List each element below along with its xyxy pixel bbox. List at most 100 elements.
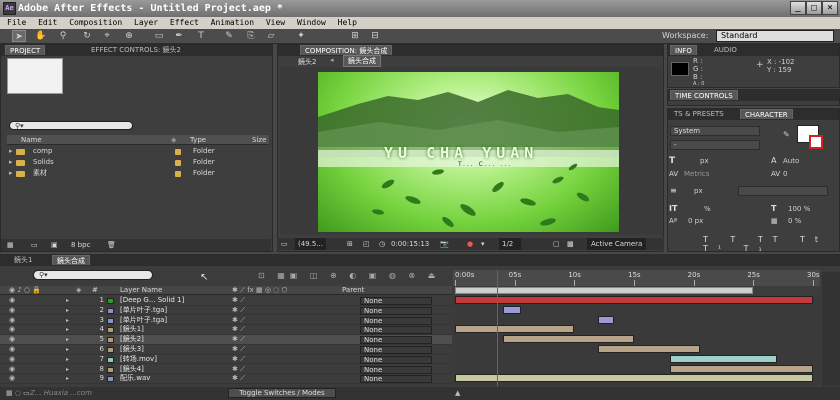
stroke-width-unit[interactable]: px — [694, 187, 703, 195]
interpret-footage-icon[interactable]: ▦ — [7, 239, 14, 251]
layer-switches[interactable]: ✱ ⟋ — [232, 345, 272, 355]
current-time-indicator[interactable] — [496, 270, 498, 386]
column-parent[interactable]: Parent — [342, 286, 364, 295]
parent-dropdown[interactable]: None — [360, 375, 432, 384]
layer-label-swatch[interactable] — [107, 347, 114, 353]
workspace-dropdown[interactable]: Standard — [716, 30, 834, 42]
layer-label-swatch[interactable] — [107, 376, 114, 383]
menu-help[interactable]: Help — [338, 18, 357, 27]
stroke-color-swatch[interactable] — [809, 135, 823, 149]
vertical-scale-unit[interactable]: % — [704, 205, 711, 213]
timeline-scrollbar[interactable] — [822, 272, 840, 386]
channel-icon[interactable]: ● — [467, 238, 473, 250]
layer-label-swatch[interactable] — [107, 317, 114, 324]
toggle-switches-modes-button[interactable]: Toggle Switches / Modes — [228, 388, 336, 398]
project-item[interactable]: ▸ Solids Folder — [7, 157, 269, 168]
expand-triangle-icon[interactable]: ▸ — [66, 374, 69, 384]
parent-dropdown[interactable]: None — [360, 355, 432, 364]
layer-label-swatch[interactable] — [107, 366, 114, 373]
layer-duration-bar[interactable] — [455, 374, 813, 383]
menu-file[interactable]: File — [7, 18, 26, 27]
layer-switches[interactable]: ✱ ⟋ — [232, 374, 272, 384]
layer-duration-bar[interactable] — [669, 364, 813, 373]
puppet-tool-icon[interactable]: ✦ — [294, 30, 308, 42]
layer-label-swatch[interactable] — [107, 327, 114, 334]
timeline-toolbar[interactable]: ⊡ ▦▣ ◫ ⊕ ◐ ▣ ◍ ⊗ ⏏ — [258, 271, 440, 280]
selection-tool-icon[interactable]: ➤ — [12, 30, 26, 42]
layer-row[interactable]: ◉ ▸ 8 [鏡头4] ✱ ⟋ None — [0, 365, 452, 375]
expand-triangle-icon[interactable]: ▸ — [9, 168, 13, 179]
tab-timeline-comp-1[interactable]: 鏡头1 — [10, 255, 36, 265]
breadcrumb-comp-1[interactable]: 鏡头2 — [298, 57, 316, 67]
layer-row[interactable]: ◉ ▸ 7 [转场.mov] ✱ ⟋ None — [0, 355, 452, 365]
column-layer-name[interactable]: Layer Name — [120, 286, 162, 295]
eye-icon[interactable]: ◉ — [9, 365, 17, 373]
layer-duration-bar[interactable] — [669, 354, 778, 363]
camera-tool-icon[interactable]: ⌖ — [100, 30, 114, 42]
eye-icon[interactable]: ◉ — [9, 316, 17, 324]
rotate-tool-icon[interactable]: ↻ — [80, 30, 94, 42]
layer-switches[interactable]: ✱ ⟋ — [232, 296, 272, 306]
layer-name[interactable]: [鏡头3] — [120, 345, 144, 355]
close-icon[interactable]: × — [822, 1, 838, 15]
tracking-value[interactable]: 0 — [783, 170, 787, 178]
minimize-icon[interactable]: _ — [790, 1, 806, 15]
project-search-input[interactable]: ⚲▾ — [9, 121, 133, 130]
kerning-value[interactable]: Metrics — [684, 170, 709, 178]
layer-switches[interactable]: ✱ ⟋ — [232, 325, 272, 335]
layer-row[interactable]: ◉ ▸ 9 配乐.wav ✱ ⟋ None — [0, 374, 452, 384]
parent-dropdown[interactable]: None — [360, 326, 432, 335]
tab-audio[interactable]: AUDIO — [710, 45, 741, 55]
zoom-tool-icon[interactable]: ⚲ — [56, 30, 70, 42]
layer-row[interactable]: ◉ ▸ 4 [鏡头1] ✱ ⟋ None — [0, 325, 452, 335]
layer-duration-bar[interactable] — [502, 335, 634, 344]
current-timecode[interactable]: 0:00:15:13 — [391, 238, 429, 250]
expand-triangle-icon[interactable]: ▸ — [9, 157, 13, 168]
rectangle-tool-icon[interactable]: ▭ — [152, 30, 166, 42]
layer-label-swatch[interactable] — [107, 298, 114, 304]
column-type[interactable]: Type — [190, 135, 206, 145]
world-axis-icon[interactable]: ⊟ — [368, 30, 382, 42]
parent-dropdown[interactable]: None — [360, 316, 432, 325]
tab-composition[interactable]: COMPOSITION: 鏡头合成 — [300, 45, 393, 55]
tab-timeline-comp-2[interactable]: 鏡头合成 — [52, 255, 90, 265]
project-item[interactable]: ▸ 素材 Folder — [7, 168, 269, 179]
parent-dropdown[interactable]: None — [360, 306, 432, 315]
font-size-unit[interactable]: px — [700, 157, 709, 165]
layer-switches[interactable]: ✱ ⟋ — [232, 306, 272, 316]
menu-window[interactable]: Window — [297, 18, 326, 27]
breadcrumb-comp-2[interactable]: 鏡头合成 — [343, 55, 381, 67]
hand-tool-icon[interactable]: ✋ — [34, 30, 48, 42]
pen-tool-icon[interactable]: ✒ — [172, 30, 186, 42]
time-ruler[interactable]: 0:00s 05s 10s 15s 20s 25s 30s — [453, 270, 820, 286]
baseline-shift-value[interactable]: 0 px — [688, 217, 703, 225]
snapshot-icon[interactable]: 📷 — [440, 238, 449, 250]
leading-value[interactable]: Auto — [783, 157, 799, 165]
menu-effect[interactable]: Effect — [170, 18, 199, 27]
eye-icon[interactable]: ◉ — [9, 346, 17, 353]
brush-tool-icon[interactable]: ✎ — [222, 30, 236, 42]
expand-panes-icons[interactable]: ▦ ◌ ▭ — [6, 387, 30, 400]
tab-effects-presets[interactable]: TS & PRESETS — [670, 109, 728, 119]
eraser-tool-icon[interactable]: ▱ — [264, 30, 278, 42]
faux-style-buttons[interactable]: T T TT Tt T¹ T₁ — [703, 235, 840, 253]
layer-duration-bar[interactable] — [502, 305, 521, 314]
eye-icon[interactable]: ◉ — [9, 326, 17, 333]
column-name[interactable]: Name — [21, 135, 42, 145]
layer-switches[interactable]: ✱ ⟋ — [232, 335, 272, 345]
layer-duration-bar[interactable] — [455, 296, 813, 304]
bit-depth[interactable]: 8 bpc — [71, 239, 90, 251]
eyedropper-icon[interactable]: ✎ — [783, 130, 790, 139]
layer-row[interactable]: ◉ ▸ 1 [Deep G... Solid 1] ✱ ⟋ None — [0, 296, 452, 306]
expand-triangle-icon[interactable]: ▸ — [66, 325, 69, 335]
layer-name[interactable]: [鏡头4] — [120, 365, 144, 375]
label-column-icon[interactable]: ◈ — [76, 286, 81, 295]
work-area-bar[interactable] — [455, 287, 754, 294]
parent-dropdown[interactable]: None — [360, 297, 432, 305]
tab-time-controls[interactable]: TIME CONTROLS — [670, 90, 738, 100]
layer-name[interactable]: [转场.mov] — [120, 355, 157, 365]
layer-name[interactable]: [单片叶子.tga] — [120, 316, 167, 326]
layer-switches[interactable]: ✱ ⟋ — [232, 316, 272, 326]
layer-label-swatch[interactable] — [107, 356, 114, 363]
parent-dropdown[interactable]: None — [360, 336, 432, 345]
